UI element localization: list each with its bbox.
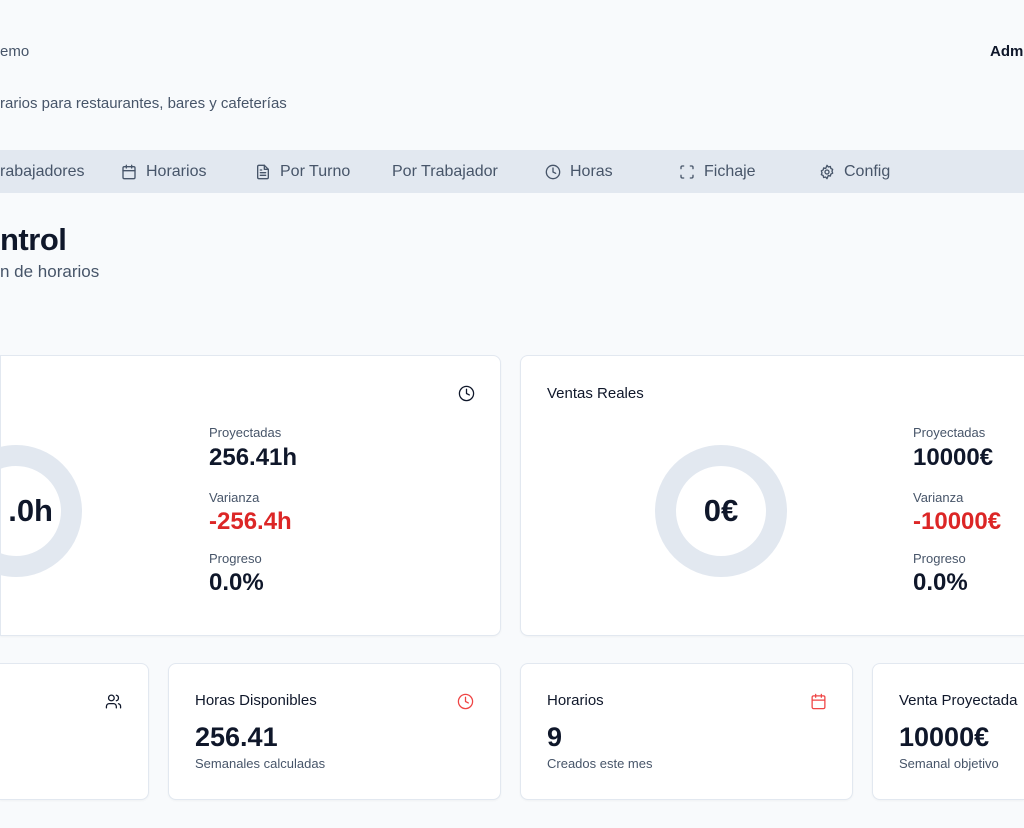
- stat-value: 9: [547, 722, 563, 752]
- progress-value: 0.0%: [913, 569, 968, 596]
- main-nav: rabajadores Horarios Por Turno Por Traba…: [0, 150, 1024, 193]
- stat-sub: Semanales calculadas: [195, 756, 326, 771]
- nav-label: Fichaje: [704, 162, 756, 180]
- clock-icon: [458, 385, 475, 402]
- stat-card-hours: Horas Disponibles 256.41 Semanales calcu…: [168, 663, 501, 800]
- nav-label: rabajadores: [0, 162, 85, 180]
- stat-value: 10000€: [899, 722, 990, 752]
- nav-por-trabajador[interactable]: Por Trabajador: [392, 150, 498, 193]
- users-icon: [105, 694, 122, 709]
- nav-label: Por Turno: [280, 162, 351, 180]
- card-title: Ventas Reales: [547, 385, 644, 402]
- nav-label: Horarios: [146, 162, 207, 180]
- scan-icon: [680, 164, 694, 179]
- nav-config[interactable]: Config: [819, 150, 890, 193]
- hours-donut: .0h: [0, 445, 82, 577]
- nav-horarios[interactable]: Horarios: [121, 150, 206, 193]
- variance-value: -10000€: [913, 508, 1002, 535]
- user-menu[interactable]: Adm: [990, 43, 1023, 60]
- nav-por-turno[interactable]: Por Turno: [255, 150, 350, 193]
- variance-value: -256.4h: [209, 508, 292, 535]
- app-tagline: rarios para restaurantes, bares y cafete…: [0, 95, 287, 112]
- projected-value: 256.41h: [209, 444, 298, 471]
- calendar-icon: [122, 164, 136, 179]
- stat-card-schedules: Horarios 9 Creados este mes: [520, 663, 853, 800]
- stat-card-projected-sales: Venta Proyectada 10000€ Semanal objetivo: [872, 663, 1024, 800]
- progress-value: 0.0%: [209, 569, 264, 596]
- nav-trabajadores[interactable]: rabajadores: [0, 150, 85, 193]
- donut-value: 0€: [703, 493, 739, 528]
- nav-horas[interactable]: Horas: [545, 150, 613, 193]
- card-title: Horarios: [547, 692, 604, 709]
- projected-label: Proyectadas: [209, 425, 282, 440]
- progress-label: Progreso: [209, 551, 262, 566]
- stat-value: 256.41: [195, 722, 278, 752]
- stat-sub: Creados este mes: [547, 756, 653, 771]
- card-title: Horas Disponibles: [195, 692, 317, 709]
- page-title: ntrol: [0, 222, 67, 257]
- clock-icon: [457, 693, 474, 710]
- donut-value: .0h: [8, 493, 53, 528]
- stat-sub: Semanal objetivo: [899, 756, 999, 771]
- nav-label: Horas: [570, 162, 613, 180]
- page-subtitle: n de horarios: [0, 262, 100, 281]
- projected-value: 10000€: [913, 444, 994, 471]
- variance-label: Varianza: [209, 490, 260, 505]
- nav-label: Por Trabajador: [392, 162, 498, 180]
- hours-card: .0h Proyectadas 256.41h Varianza -256.4h…: [0, 355, 501, 636]
- gear-icon: [820, 164, 834, 179]
- variance-label: Varianza: [913, 490, 964, 505]
- progress-label: Progreso: [913, 551, 966, 566]
- clock-icon: [545, 164, 561, 179]
- app-name: emo: [0, 43, 30, 60]
- stat-card-workers: [0, 663, 149, 800]
- file-text-icon: [257, 164, 269, 179]
- nav-label: Config: [844, 162, 891, 180]
- projected-label: Proyectadas: [913, 425, 986, 440]
- sales-donut: 0€: [655, 445, 787, 577]
- calendar-icon: [811, 693, 826, 710]
- sales-card: Ventas Reales 0€ Proyectadas 10000€ Vari…: [520, 355, 1024, 636]
- card-title: Venta Proyectada: [899, 692, 1018, 709]
- nav-fichaje[interactable]: Fichaje: [679, 150, 756, 193]
